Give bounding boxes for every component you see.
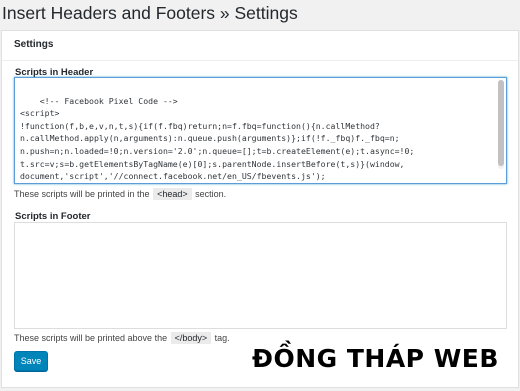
- panel-header: Settings: [2, 31, 518, 61]
- panel-title: Settings: [14, 39, 54, 50]
- header-scripts-help: These scripts will be printed in the <he…: [14, 188, 226, 200]
- header-scripts-scrollbar[interactable]: [498, 80, 504, 169]
- header-help-text-end: section.: [192, 189, 227, 199]
- header-scripts-value: <!-- Facebook Pixel Code --> <script> !f…: [20, 95, 415, 182]
- header-scripts-textarea[interactable]: <!-- Facebook Pixel Code --> <script> !f…: [14, 77, 507, 184]
- footer-help-text: These scripts will be printed above the: [14, 333, 170, 343]
- footer-help-text-end: tag.: [212, 333, 230, 343]
- footer-scripts-textarea[interactable]: [14, 222, 507, 329]
- resize-handle-icon[interactable]: [497, 319, 505, 327]
- settings-panel: Settings Scripts in Header <!-- Facebook…: [1, 30, 519, 388]
- footer-scripts-label: Scripts in Footer: [15, 211, 91, 222]
- head-tag-code: <head>: [153, 188, 192, 200]
- footer-scripts-help: These scripts will be printed above the …: [14, 332, 230, 344]
- body-tag-code: </body>: [170, 332, 212, 344]
- resize-handle-icon[interactable]: [497, 174, 505, 182]
- scrollbar-thumb[interactable]: [498, 80, 504, 166]
- save-button[interactable]: Save: [14, 351, 48, 371]
- header-help-text: These scripts will be printed in the: [14, 189, 153, 199]
- page-title: Insert Headers and Footers » Settings: [2, 3, 298, 23]
- watermark-logo: ĐỒNG THÁP WEB: [252, 344, 499, 373]
